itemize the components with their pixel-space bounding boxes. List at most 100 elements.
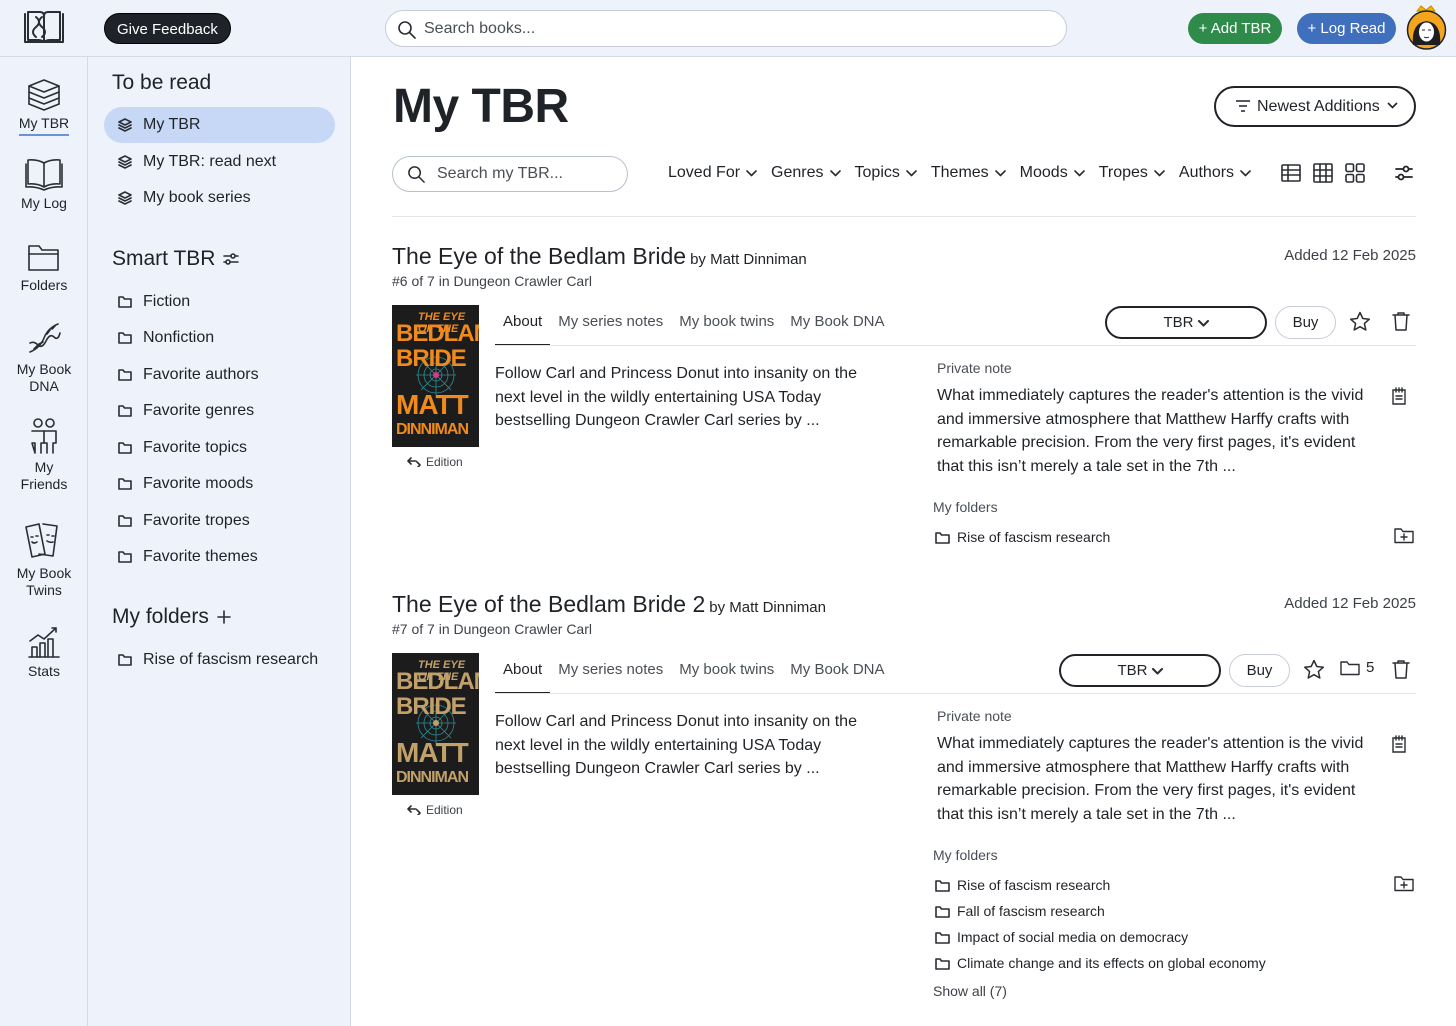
added-date: Added 12 Feb 2025 [1284, 247, 1416, 264]
list-view-icon[interactable] [1280, 162, 1302, 184]
filter-moods[interactable]: Moods [1020, 164, 1085, 182]
folder-icon [935, 931, 950, 944]
sidebar-item-nonfiction[interactable]: Nonfiction [104, 320, 335, 356]
rail-item-my-book-dna[interactable]: My Book DNA [0, 319, 88, 395]
folder-icon [118, 551, 132, 563]
filter-genres[interactable]: Genres [771, 164, 841, 182]
filter-topics[interactable]: Topics [855, 164, 917, 182]
log-read-button[interactable]: + Log Read [1297, 13, 1396, 44]
edition-link[interactable]: Edition [407, 803, 463, 817]
folder-icon [935, 531, 950, 544]
tab-book-dna[interactable]: My Book DNA [782, 305, 892, 347]
folder-chip[interactable]: Fall of fascism research [935, 903, 1105, 919]
notepad-icon[interactable] [1391, 735, 1407, 753]
book-title[interactable]: The Eye of the Bedlam Bride by Matt Dinni… [392, 243, 807, 270]
cover-text: MATT [396, 737, 469, 768]
grid-view-icon[interactable] [1344, 162, 1366, 184]
chevron-down-icon [1073, 169, 1085, 176]
folder-chip[interactable]: Rise of fascism research [935, 877, 1110, 893]
settings-sliders-icon[interactable] [1394, 164, 1414, 182]
series-info[interactable]: #7 of 7 in Dungeon Crawler Carl [392, 621, 592, 637]
book-cover[interactable]: THE EYE OF THE BEDLAM BRIDE MATT DINNIMA… [392, 305, 479, 447]
sidebar-item-favorite-themes[interactable]: Favorite themes [104, 539, 335, 575]
star-icon[interactable] [1349, 311, 1371, 332]
tab-book-twins[interactable]: My book twins [671, 653, 782, 695]
book-title[interactable]: The Eye of the Bedlam Bride 2 by Matt Din… [392, 591, 826, 618]
to-be-read-heading: To be read [112, 71, 212, 94]
tab-book-dna[interactable]: My Book DNA [782, 653, 892, 695]
rail-item-my-friends[interactable]: My Friends [0, 417, 88, 493]
book-cover[interactable]: THE EYE OF THE BEDLAM BRIDE MATT DINNIMA… [392, 653, 479, 795]
filter-loved-for[interactable]: Loved For [668, 164, 757, 182]
filter-themes[interactable]: Themes [931, 164, 1006, 182]
rail-item-my-tbr[interactable]: My TBR [0, 77, 88, 136]
notepad-icon[interactable] [1391, 387, 1407, 405]
private-note: What immediately captures the reader's a… [937, 735, 1364, 823]
rail-item-my-book-twins[interactable]: My Book Twins [0, 519, 88, 599]
sidebar-item-favorite-genres[interactable]: Favorite genres [104, 393, 335, 429]
swap-arrows-icon [407, 805, 421, 815]
divider [495, 693, 1416, 694]
app-logo-icon[interactable] [22, 9, 66, 47]
give-feedback-button[interactable]: Give Feedback [104, 13, 231, 44]
table-view-icon[interactable] [1312, 162, 1334, 184]
rail-item-stats[interactable]: Stats [0, 625, 88, 680]
buy-button[interactable]: Buy [1229, 654, 1290, 687]
user-avatar[interactable] [1405, 5, 1448, 51]
sidebar-item-favorite-authors[interactable]: Favorite authors [104, 357, 335, 393]
sidebar-item-read-next[interactable]: My TBR: read next [104, 144, 335, 180]
add-folder-icon[interactable] [1394, 527, 1414, 544]
sidebar-item-book-series[interactable]: My book series [104, 180, 335, 216]
sidebar-item-folder-fascism[interactable]: Rise of fascism research [104, 642, 335, 678]
folder-count-button[interactable]: 5 [1340, 659, 1374, 676]
book-description: Follow Carl and Princess Donut into insa… [495, 365, 857, 429]
filter-authors[interactable]: Authors [1179, 164, 1251, 182]
rail-item-folders[interactable]: Folders [0, 241, 88, 294]
buy-button[interactable]: Buy [1275, 306, 1336, 339]
top-bar: Give Feedback Search books... + Add TBR … [0, 0, 1456, 57]
filter-tropes[interactable]: Tropes [1099, 164, 1165, 182]
tune-icon[interactable] [223, 252, 240, 266]
status-dropdown[interactable]: TBR [1059, 654, 1221, 687]
rail-label: My TBR [18, 115, 70, 131]
page-title: My TBR [393, 80, 569, 133]
status-dropdown[interactable]: TBR [1105, 306, 1267, 339]
show-all-folders-link[interactable]: Show all (7) [933, 983, 1007, 999]
add-folder-icon[interactable] [1394, 875, 1414, 892]
my-folders-heading: My folders [112, 605, 231, 629]
rail-item-my-log[interactable]: My Log [0, 157, 88, 212]
tab-about[interactable]: About [495, 305, 551, 346]
rail-label: My Friends [20, 459, 68, 492]
trash-icon[interactable] [1392, 659, 1410, 680]
sidebar-item-favorite-moods[interactable]: Favorite moods [104, 466, 335, 502]
sort-dropdown[interactable]: Newest Additions [1214, 86, 1416, 127]
plus-icon[interactable] [217, 610, 231, 625]
tab-book-twins[interactable]: My book twins [671, 305, 782, 347]
folder-chip[interactable]: Impact of social media on democracy [935, 929, 1188, 945]
folder-chip[interactable]: Rise of fascism research [935, 529, 1110, 545]
sidebar-item-favorite-tropes[interactable]: Favorite tropes [104, 503, 335, 539]
book-author[interactable]: by Matt Dinniman [690, 251, 807, 268]
sort-icon [1236, 100, 1250, 112]
sidebar-item-favorite-topics[interactable]: Favorite topics [104, 430, 335, 466]
edition-link[interactable]: Edition [407, 455, 463, 469]
star-icon[interactable] [1303, 659, 1325, 680]
book-author[interactable]: by Matt Dinniman [709, 599, 826, 616]
tab-series-notes[interactable]: My series notes [550, 305, 671, 347]
series-info[interactable]: #6 of 7 in Dungeon Crawler Carl [392, 273, 592, 289]
folder-icon [935, 879, 950, 892]
tbr-sidebar: To be read My TBR My TBR: read next My b… [88, 57, 351, 1026]
tab-series-notes[interactable]: My series notes [550, 653, 671, 695]
chevron-down-icon [829, 169, 841, 176]
sidebar-item-my-tbr[interactable]: My TBR [104, 107, 335, 143]
add-tbr-button[interactable]: + Add TBR [1188, 13, 1282, 44]
smart-tbr-heading: Smart TBR [112, 247, 240, 271]
search-tbr-input[interactable]: Search my TBR... [392, 156, 628, 192]
search-books-input[interactable]: Search books... [385, 10, 1067, 47]
tab-about[interactable]: About [495, 653, 551, 694]
sidebar-item-fiction[interactable]: Fiction [104, 284, 335, 320]
active-indicator [19, 134, 69, 136]
book-description: Follow Carl and Princess Donut into insa… [495, 713, 857, 777]
trash-icon[interactable] [1392, 311, 1410, 332]
folder-chip[interactable]: Climate change and its effects on global… [935, 955, 1266, 971]
